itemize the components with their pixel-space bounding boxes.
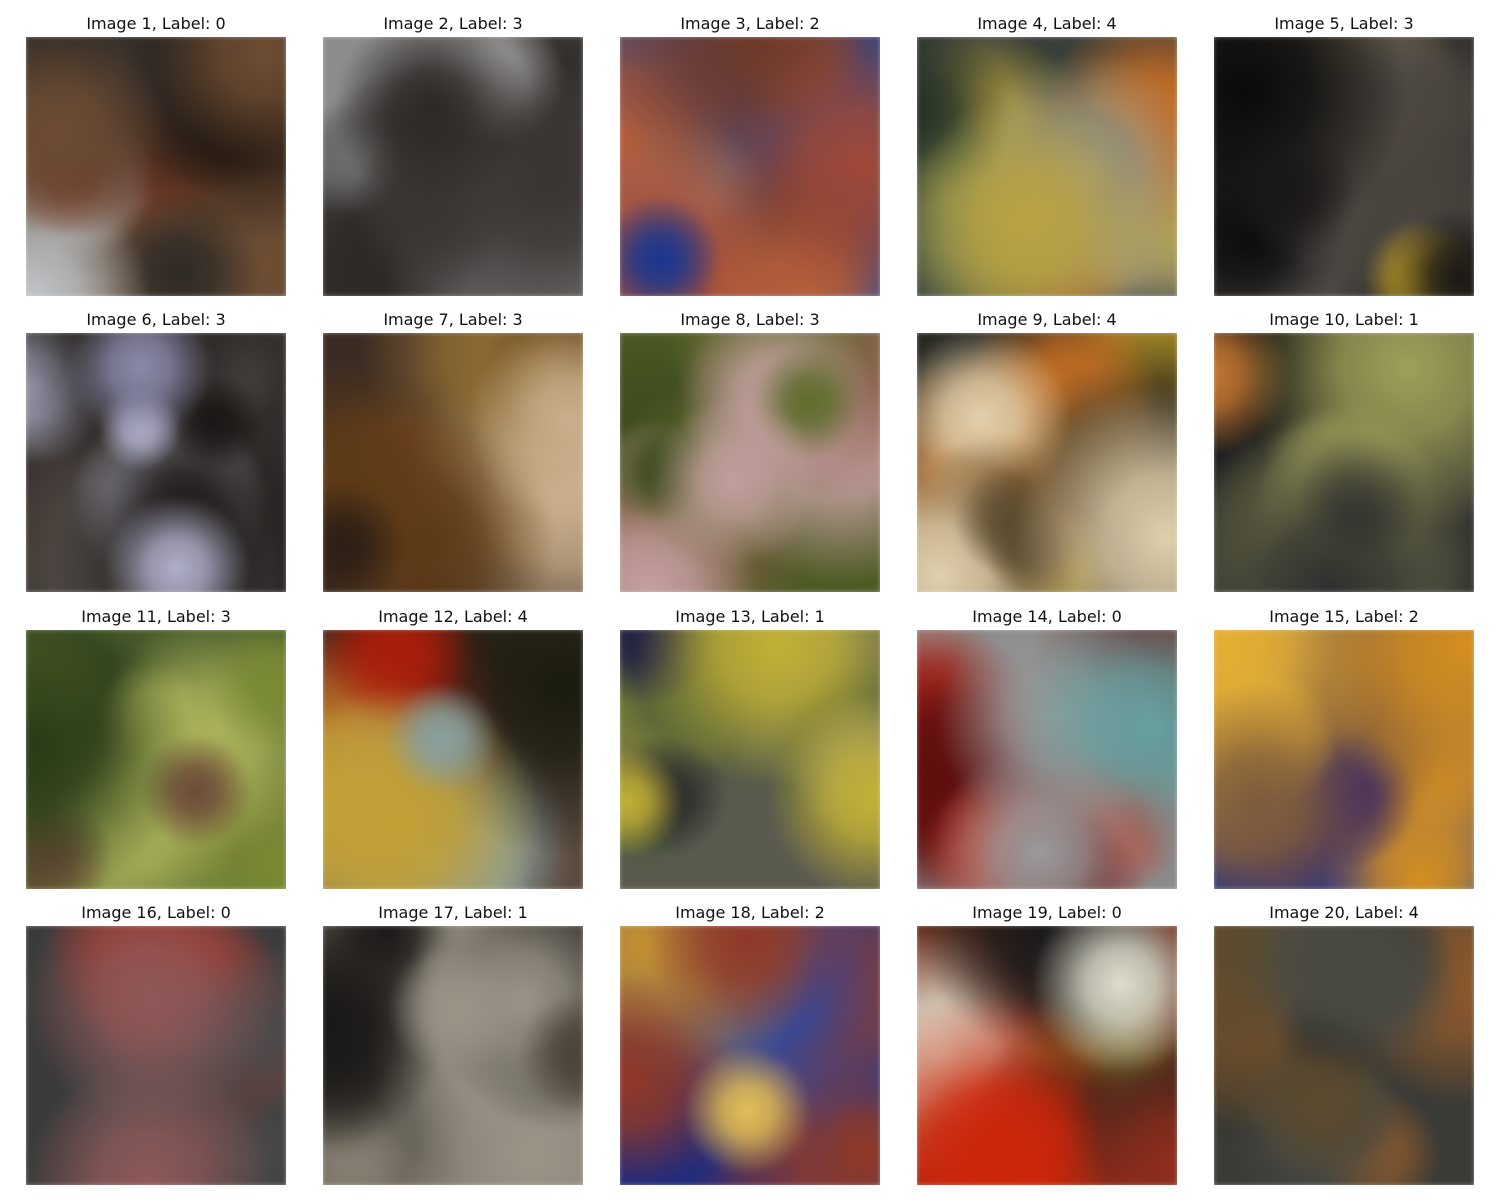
image-grid: Image 1, Label: 0 Image 2, Label: 3 Image … — [0, 0, 1500, 1200]
image-caption: Image 20, Label: 4 — [1269, 903, 1419, 922]
image-thumbnail — [26, 630, 286, 889]
image-pixels — [323, 37, 583, 296]
image-caption: Image 13, Label: 1 — [675, 607, 825, 626]
image-thumbnail — [1214, 333, 1474, 592]
image-thumbnail — [26, 926, 286, 1185]
image-thumbnail — [917, 630, 1177, 889]
image-pixels — [1214, 333, 1474, 592]
image-caption: Image 12, Label: 4 — [378, 607, 528, 626]
image-pixels — [323, 926, 583, 1185]
image-caption: Image 11, Label: 3 — [81, 607, 231, 626]
image-thumbnail — [917, 333, 1177, 592]
image-pixels — [917, 333, 1177, 592]
image-thumbnail — [620, 37, 880, 296]
image-pixels — [620, 926, 880, 1185]
image-thumbnail — [620, 333, 880, 592]
image-caption: Image 16, Label: 0 — [81, 903, 231, 922]
image-pixels — [917, 926, 1177, 1185]
image-thumbnail — [323, 926, 583, 1185]
image-pixels — [26, 926, 286, 1185]
image-caption: Image 3, Label: 2 — [680, 14, 820, 33]
image-caption: Image 5, Label: 3 — [1274, 14, 1414, 33]
image-pixels — [323, 333, 583, 592]
image-pixels — [26, 333, 286, 592]
image-pixels — [620, 333, 880, 592]
image-thumbnail — [323, 333, 583, 592]
image-thumbnail — [323, 630, 583, 889]
image-thumbnail — [620, 926, 880, 1185]
image-thumbnail — [323, 37, 583, 296]
image-caption: Image 10, Label: 1 — [1269, 310, 1419, 329]
image-caption: Image 4, Label: 4 — [977, 14, 1117, 33]
image-pixels — [917, 37, 1177, 296]
image-pixels — [26, 37, 286, 296]
image-caption: Image 19, Label: 0 — [972, 903, 1122, 922]
image-pixels — [620, 630, 880, 889]
image-caption: Image 2, Label: 3 — [383, 14, 523, 33]
image-thumbnail — [26, 37, 286, 296]
image-thumbnail — [917, 926, 1177, 1185]
image-caption: Image 15, Label: 2 — [1269, 607, 1419, 626]
image-thumbnail — [917, 37, 1177, 296]
image-caption: Image 8, Label: 3 — [680, 310, 820, 329]
image-thumbnail — [1214, 630, 1474, 889]
image-pixels — [26, 630, 286, 889]
image-thumbnail — [1214, 37, 1474, 296]
image-pixels — [620, 37, 880, 296]
image-pixels — [1214, 630, 1474, 889]
image-pixels — [917, 630, 1177, 889]
image-pixels — [1214, 37, 1474, 296]
image-thumbnail — [1214, 926, 1474, 1185]
image-caption: Image 14, Label: 0 — [972, 607, 1122, 626]
image-pixels — [323, 630, 583, 889]
image-caption: Image 7, Label: 3 — [383, 310, 523, 329]
image-thumbnail — [26, 333, 286, 592]
image-caption: Image 6, Label: 3 — [86, 310, 226, 329]
image-caption: Image 9, Label: 4 — [977, 310, 1117, 329]
image-thumbnail — [620, 630, 880, 889]
image-caption: Image 1, Label: 0 — [86, 14, 226, 33]
image-pixels — [1214, 926, 1474, 1185]
image-caption: Image 17, Label: 1 — [378, 903, 528, 922]
image-caption: Image 18, Label: 2 — [675, 903, 825, 922]
